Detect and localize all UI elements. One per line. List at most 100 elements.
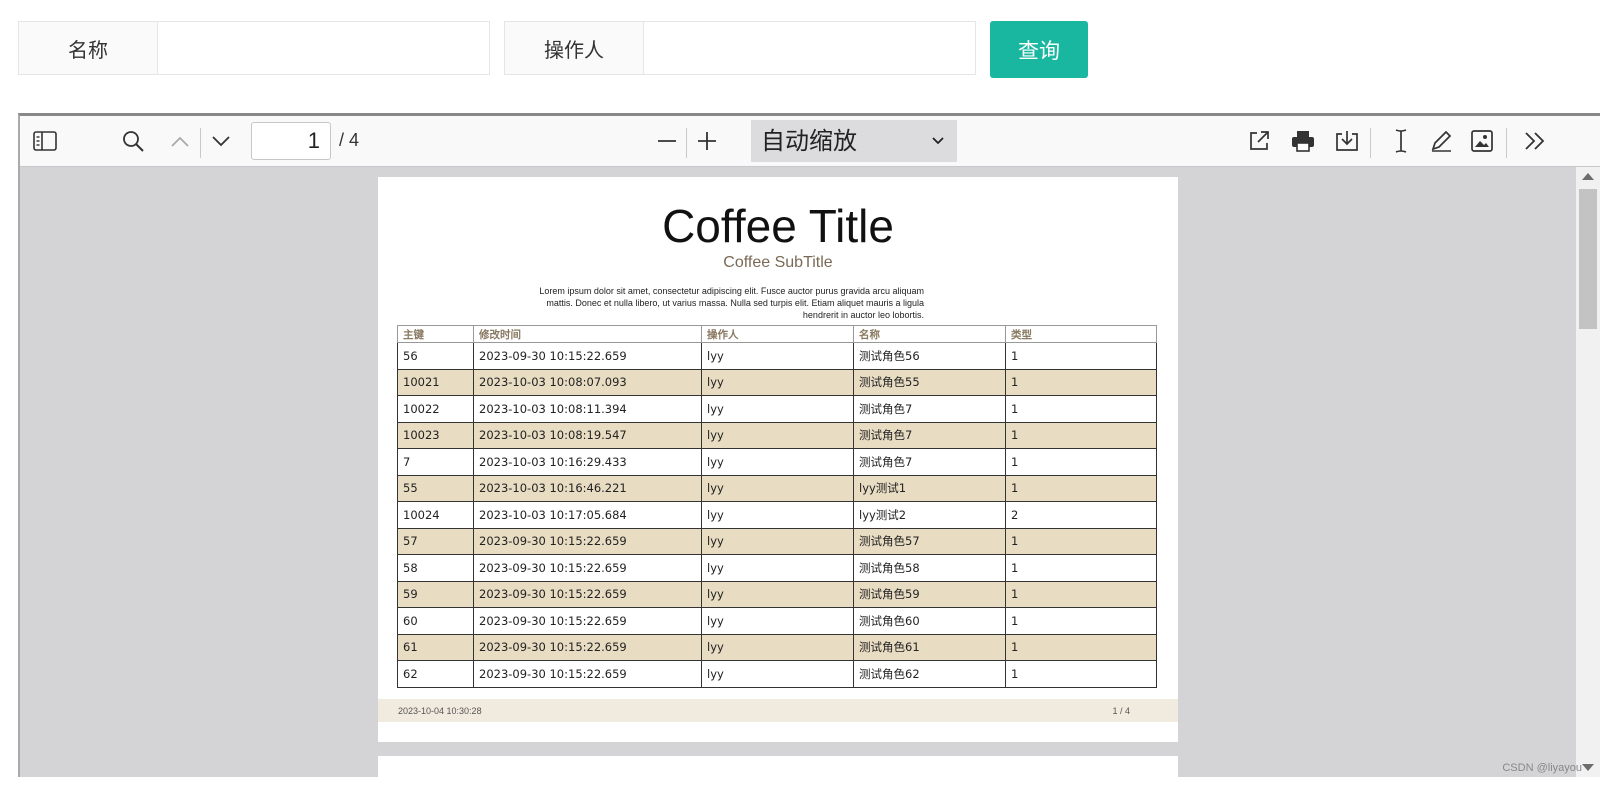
table-cell: lyy [701,395,854,423]
open-external-icon[interactable] [1244,116,1274,166]
table-cell: 测试角色58 [853,554,1006,582]
table-cell: 1 [1005,474,1157,502]
scroll-up-icon[interactable] [1582,173,1594,180]
vertical-scrollbar[interactable] [1576,167,1600,777]
table-cell: 2023-10-03 10:16:29.433 [473,448,702,476]
table-row: 58 2023-09-30 10:15:22.659 lyy 测试角色58 1 [397,554,1157,582]
table-cell: 测试角色7 [853,395,1006,423]
table-cell: 2 [1005,501,1157,529]
table-cell: lyy测试1 [853,474,1006,502]
table-cell: 1 [1005,448,1157,476]
zoom-select[interactable]: 自动缩放 [751,120,957,162]
table-cell: 2023-10-03 10:08:11.394 [473,395,702,423]
doc-footer: 2023-10-04 10:30:28 1 / 4 [378,699,1178,722]
table-cell: 1 [1005,368,1157,396]
table-cell: 2023-09-30 10:15:22.659 [473,660,702,688]
pdf-viewer: 1 / 4 自动缩放 Coffee Title Coffee SubTitle … [18,113,1600,786]
scroll-down-icon[interactable] [1582,764,1594,771]
table-cell: lyy [701,342,854,370]
more-tools-icon[interactable] [1520,116,1550,166]
table-cell: 1 [1005,580,1157,608]
table-row: 10022 2023-10-03 10:08:11.394 lyy 测试角色7 1 [397,395,1157,423]
table-cell: 2023-09-30 10:15:22.659 [473,580,702,608]
zoom-out-icon[interactable] [652,116,682,166]
table-row: 61 2023-09-30 10:15:22.659 lyy 测试角色61 1 [397,633,1157,661]
table-cell: 测试角色59 [853,580,1006,608]
table-cell: 2023-09-30 10:15:22.659 [473,633,702,661]
table-cell: 2023-10-03 10:16:46.221 [473,474,702,502]
table-cell: lyy [701,660,854,688]
table-cell: lyy [701,580,854,608]
table-cell: lyy [701,607,854,635]
table-cell: 测试角色61 [853,633,1006,661]
name-input[interactable] [158,22,489,74]
table-cell: 2023-09-30 10:15:22.659 [473,342,702,370]
table-cell: 测试角色56 [853,342,1006,370]
zoom-in-icon[interactable] [692,116,722,166]
table-row: 10021 2023-10-03 10:08:07.093 lyy 测试角色55 1 [397,368,1157,396]
table-cell: 10024 [397,501,474,529]
table-row: 59 2023-09-30 10:15:22.659 lyy 测试角色59 1 [397,580,1157,608]
table-cell: 1 [1005,607,1157,635]
pdf-page: Coffee Title Coffee SubTitle Lorem ipsum… [378,177,1178,742]
table-cell: 55 [397,474,474,502]
chevron-down-icon[interactable] [206,116,236,166]
table-cell: 1 [1005,554,1157,582]
table-cell: lyy测试2 [853,501,1006,529]
table-cell: lyy [701,368,854,396]
scroll-thumb[interactable] [1579,189,1597,329]
table-row: 62 2023-09-30 10:15:22.659 lyy 测试角色62 1 [397,660,1157,688]
name-label: 名称 [19,22,158,74]
doc-footer-page: 1 / 4 [1112,706,1130,716]
table-cell: lyy [701,554,854,582]
table-cell: 10022 [397,395,474,423]
column-header: 操作人 [701,325,854,343]
table-cell: 7 [397,448,474,476]
operator-input[interactable] [644,22,975,74]
text-cursor-icon[interactable] [1386,116,1416,166]
page-count: / 4 [339,130,360,150]
table-row: 57 2023-09-30 10:15:22.659 lyy 测试角色57 1 [397,527,1157,555]
table-row: 10024 2023-10-03 10:17:05.684 lyy lyy测试2 2 [397,501,1157,529]
viewer-toolbar: 1 / 4 自动缩放 [20,116,1600,167]
table-row: 60 2023-09-30 10:15:22.659 lyy 测试角色60 1 [397,607,1157,635]
table-cell: 62 [397,660,474,688]
print-icon[interactable] [1288,116,1318,166]
table-cell: 测试角色57 [853,527,1006,555]
table-cell: 1 [1005,660,1157,688]
column-header: 修改时间 [473,325,702,343]
table-cell: 56 [397,342,474,370]
table-row: 56 2023-09-30 10:15:22.659 lyy 测试角色56 1 [397,342,1157,370]
chevron-up-icon[interactable] [165,116,195,166]
table-cell: 1 [1005,342,1157,370]
doc-subtitle: Coffee SubTitle [723,254,833,271]
table-cell: lyy [701,501,854,529]
chevron-down-icon [931,120,945,175]
sidebar-toggle-icon[interactable] [30,116,60,166]
table-cell: 2023-09-30 10:15:22.659 [473,554,702,582]
name-field: 名称 [18,21,490,75]
table-cell: 58 [397,554,474,582]
table-cell: lyy [701,421,854,449]
table-row: 10023 2023-10-03 10:08:19.547 lyy 测试角色7 1 [397,421,1157,449]
download-icon[interactable] [1332,116,1362,166]
search-icon[interactable] [118,116,148,166]
draw-pen-icon[interactable] [1426,116,1456,166]
insert-image-icon[interactable] [1467,116,1497,166]
operator-field: 操作人 [504,21,976,75]
table-cell: 59 [397,580,474,608]
operator-label: 操作人 [505,22,644,74]
query-button[interactable]: 查询 [990,21,1088,78]
table-cell: lyy [701,527,854,555]
page-number-input[interactable]: 1 [251,122,331,160]
doc-lorem-text: Lorem ipsum dolor sit amet, consectetur … [539,286,924,320]
table-cell: 1 [1005,421,1157,449]
table-cell: 测试角色62 [853,660,1006,688]
table-cell: 60 [397,607,474,635]
pdf-page-next [378,756,1178,786]
table-cell: lyy [701,633,854,661]
table-cell: 57 [397,527,474,555]
column-header: 名称 [853,325,1006,343]
doc-footer-date: 2023-10-04 10:30:28 [398,706,482,716]
table-cell: 2023-10-03 10:08:07.093 [473,368,702,396]
